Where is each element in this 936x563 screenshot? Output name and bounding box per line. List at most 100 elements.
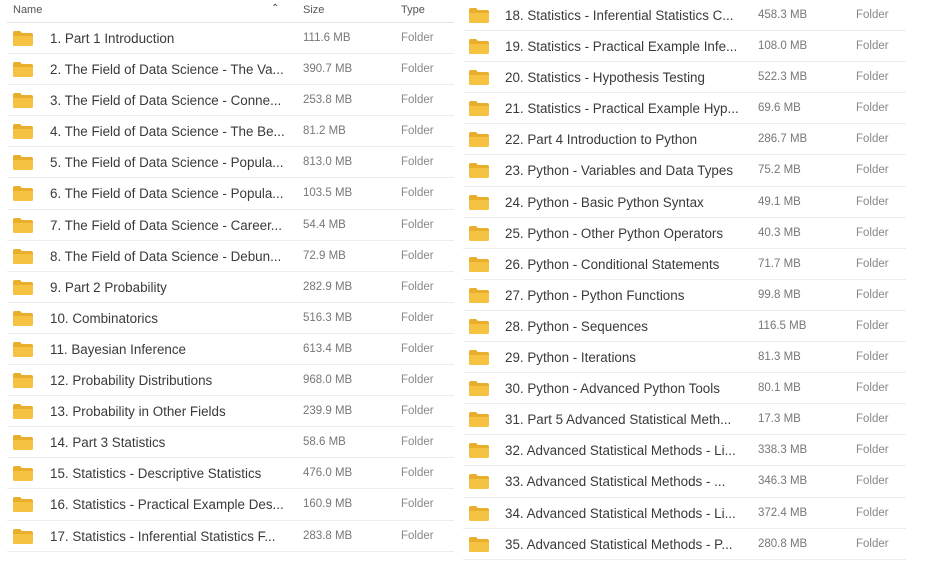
file-name[interactable]: 2. The Field of Data Science - The Va... xyxy=(50,62,284,77)
file-row[interactable]: 17. Statistics - Inferential Statistics … xyxy=(7,521,454,552)
chevron-up-icon[interactable]: ⌃ xyxy=(271,3,279,14)
folder-icon xyxy=(469,474,489,490)
file-name[interactable]: 15. Statistics - Descriptive Statistics xyxy=(50,466,261,481)
file-row[interactable]: 34. Advanced Statistical Methods - Li...… xyxy=(463,498,906,529)
file-row[interactable]: 20. Statistics - Hypothesis Testing 522.3… xyxy=(463,62,906,94)
file-row[interactable]: 3. The Field of Data Science - Conne... 2… xyxy=(7,85,454,117)
file-type: Folder xyxy=(401,280,434,293)
file-name[interactable]: 21. Statistics - Practical Example Hyp..… xyxy=(505,101,739,116)
file-type: Folder xyxy=(856,195,889,208)
folder-icon xyxy=(13,248,33,264)
file-name[interactable]: 23. Python - Variables and Data Types xyxy=(505,163,733,178)
size-column-header[interactable]: Size xyxy=(303,4,324,16)
folder-icon xyxy=(13,124,33,140)
file-row[interactable]: 4. The Field of Data Science - The Be...… xyxy=(7,116,454,148)
file-size: 160.9 MB xyxy=(303,498,353,511)
file-name[interactable]: 13. Probability in Other Fields xyxy=(50,404,226,419)
file-name[interactable]: 22. Part 4 Introduction to Python xyxy=(505,132,697,147)
file-row[interactable]: 9. Part 2 Probability 282.9 MB Folder xyxy=(7,272,454,303)
file-row[interactable]: 2. The Field of Data Science - The Va...… xyxy=(7,54,454,86)
file-name[interactable]: 30. Python - Advanced Python Tools xyxy=(505,381,720,396)
file-row[interactable]: 12. Probability Distributions 968.0 MB Fol… xyxy=(7,365,454,397)
file-name[interactable]: 31. Part 5 Advanced Statistical Meth... xyxy=(505,412,731,427)
file-name[interactable]: 10. Combinatorics xyxy=(50,311,158,326)
file-type: Folder xyxy=(856,319,889,332)
folder-icon xyxy=(469,412,489,428)
file-name[interactable]: 19. Statistics - Practical Example Infe.… xyxy=(505,39,737,54)
file-size: 116.5 MB xyxy=(758,319,807,332)
file-name[interactable]: 6. The Field of Data Science - Popula... xyxy=(50,186,283,201)
file-row[interactable]: 1. Part 1 Introduction 111.6 MB Folder xyxy=(7,23,454,55)
file-name[interactable]: 17. Statistics - Inferential Statistics … xyxy=(50,529,276,544)
file-name[interactable]: 5. The Field of Data Science - Popula... xyxy=(50,155,283,170)
file-name[interactable]: 14. Part 3 Statistics xyxy=(50,435,165,450)
file-row[interactable]: 32. Advanced Statistical Methods - Li...… xyxy=(463,435,906,467)
file-size: 458.3 MB xyxy=(758,9,808,21)
file-name[interactable]: 25. Python - Other Python Operators xyxy=(505,226,723,241)
file-row[interactable]: 13. Probability in Other Fields 239.9 MB F… xyxy=(7,396,454,428)
file-name[interactable]: 35. Advanced Statistical Methods - P... xyxy=(505,537,733,552)
file-name[interactable]: 11. Bayesian Inference xyxy=(50,342,186,357)
file-row[interactable]: 7. The Field of Data Science - Career...… xyxy=(7,210,454,241)
file-name[interactable]: 33. Advanced Statistical Methods - ... xyxy=(505,474,725,489)
file-type: Folder xyxy=(856,226,889,239)
file-name[interactable]: 4. The Field of Data Science - The Be... xyxy=(50,124,285,139)
file-row[interactable]: 25. Python - Other Python Operators 40.3 … xyxy=(463,218,906,249)
file-type: Folder xyxy=(856,351,889,364)
file-name[interactable]: 16. Statistics - Practical Example Des..… xyxy=(50,497,284,512)
file-row[interactable]: 18. Statistics - Inferential Statistics … xyxy=(463,0,906,32)
file-row[interactable]: 30. Python - Advanced Python Tools 80.1 M… xyxy=(463,373,906,405)
file-name[interactable]: 32. Advanced Statistical Methods - Li... xyxy=(505,443,736,458)
file-row[interactable]: 19. Statistics - Practical Example Infe.… xyxy=(463,31,906,63)
file-type: Folder xyxy=(401,498,434,511)
file-size: 81.2 MB xyxy=(303,125,346,138)
file-name[interactable]: 1. Part 1 Introduction xyxy=(50,31,174,46)
file-row[interactable]: 14. Part 3 Statistics 58.6 MB Folder xyxy=(7,427,454,459)
type-column-header[interactable]: Type xyxy=(401,4,425,16)
file-row[interactable]: 6. The Field of Data Science - Popula...… xyxy=(7,178,454,210)
file-row[interactable]: 23. Python - Variables and Data Types 75.… xyxy=(463,155,906,187)
file-rows-left: 1. Part 1 Introduction 111.6 MB Folder 2. T… xyxy=(7,23,454,552)
name-column-header[interactable]: Name xyxy=(13,4,42,16)
file-name[interactable]: 9. Part 2 Probability xyxy=(50,280,167,295)
file-name[interactable]: 3. The Field of Data Science - Conne... xyxy=(50,93,281,108)
file-row[interactable]: 33. Advanced Statistical Methods - ... 34… xyxy=(463,466,906,498)
folder-icon xyxy=(469,443,489,459)
file-row[interactable]: 31. Part 5 Advanced Statistical Meth... 1… xyxy=(463,404,906,436)
file-row[interactable]: 16. Statistics - Practical Example Des..… xyxy=(7,489,454,521)
file-size: 283.8 MB xyxy=(303,529,353,542)
file-row[interactable]: 27. Python - Python Functions 99.8 MB Fold… xyxy=(463,280,906,311)
file-type: Folder xyxy=(856,9,889,21)
file-name[interactable]: 18. Statistics - Inferential Statistics … xyxy=(505,8,733,23)
file-name[interactable]: 34. Advanced Statistical Methods - Li... xyxy=(505,506,736,521)
file-size: 390.7 MB xyxy=(303,63,353,76)
file-name[interactable]: 27. Python - Python Functions xyxy=(505,288,684,303)
file-row[interactable]: 35. Advanced Statistical Methods - P... 2… xyxy=(463,529,906,560)
file-row[interactable]: 28. Python - Sequences 116.5 MB Folder xyxy=(463,311,906,343)
file-row[interactable]: 22. Part 4 Introduction to Python 286.7 M… xyxy=(463,124,906,156)
file-row[interactable]: 24. Python - Basic Python Syntax 49.1 MB F… xyxy=(463,187,906,218)
file-name[interactable]: 26. Python - Conditional Statements xyxy=(505,257,719,272)
file-size: 516.3 MB xyxy=(303,311,353,324)
file-row[interactable]: 29. Python - Iterations 81.3 MB Folder xyxy=(463,342,906,374)
file-row[interactable]: 8. The Field of Data Science - Debun... 7… xyxy=(7,241,454,272)
file-name[interactable]: 28. Python - Sequences xyxy=(505,319,648,334)
file-row[interactable]: 21. Statistics - Practical Example Hyp..… xyxy=(463,93,906,125)
file-type: Folder xyxy=(401,374,434,387)
file-name[interactable]: 29. Python - Iterations xyxy=(505,350,636,365)
folder-icon xyxy=(13,528,33,544)
file-row[interactable]: 5. The Field of Data Science - Popula...… xyxy=(7,147,454,179)
file-size: 968.0 MB xyxy=(303,374,353,387)
file-name[interactable]: 8. The Field of Data Science - Debun... xyxy=(50,249,281,264)
folder-icon xyxy=(13,217,33,233)
file-name[interactable]: 7. The Field of Data Science - Career... xyxy=(50,218,282,233)
file-name[interactable]: 20. Statistics - Hypothesis Testing xyxy=(505,70,705,85)
file-row[interactable]: 26. Python - Conditional Statements 71.7 … xyxy=(463,249,906,280)
folder-icon xyxy=(469,8,489,23)
file-name[interactable]: 12. Probability Distributions xyxy=(50,373,212,388)
file-size: 71.7 MB xyxy=(758,257,801,270)
file-row[interactable]: 15. Statistics - Descriptive Statistics 4… xyxy=(7,458,454,490)
file-row[interactable]: 10. Combinatorics 516.3 MB Folder xyxy=(7,303,454,334)
file-name[interactable]: 24. Python - Basic Python Syntax xyxy=(505,195,704,210)
file-row[interactable]: 11. Bayesian Inference 613.4 MB Folder xyxy=(7,334,454,366)
